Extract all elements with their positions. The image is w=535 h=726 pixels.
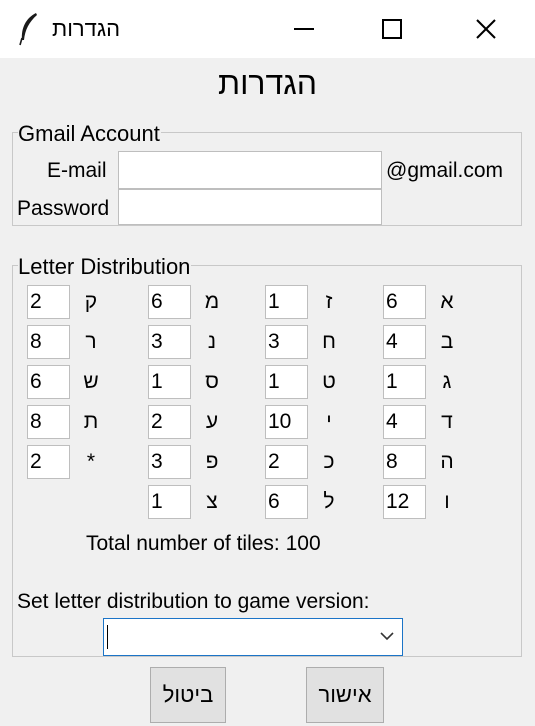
game-version-label: Set letter distribution to game version: xyxy=(17,590,370,613)
cancel-button[interactable]: ביטול xyxy=(150,667,226,723)
letter-label: ו xyxy=(444,490,450,513)
letter-label: י xyxy=(326,410,332,433)
maximize-icon[interactable] xyxy=(374,11,410,47)
email-domain-suffix: @gmail.com xyxy=(386,159,504,182)
email-label: E-mail xyxy=(47,159,107,182)
close-icon[interactable] xyxy=(468,11,504,47)
letter-label: ט xyxy=(322,370,336,393)
letter-count-input[interactable] xyxy=(148,365,191,399)
title-bar: הגדרות xyxy=(0,0,535,58)
letter-label: ד xyxy=(441,410,453,433)
letter-count-input[interactable] xyxy=(148,285,191,319)
email-input[interactable] xyxy=(118,151,382,189)
letter-label: ל xyxy=(323,490,335,513)
letter-label: ת xyxy=(83,410,99,433)
letter-label: ח xyxy=(322,330,336,353)
letter-label: נ xyxy=(207,330,217,353)
password-input[interactable] xyxy=(118,189,382,225)
letter-label: ר xyxy=(85,330,97,353)
letter-count-input[interactable] xyxy=(383,285,426,319)
gmail-account-legend: Gmail Account xyxy=(18,121,161,147)
letter-count-input[interactable] xyxy=(265,405,308,439)
letter-label: מ xyxy=(204,290,220,313)
ok-button[interactable]: אישור xyxy=(306,667,384,723)
letter-label: ז xyxy=(325,290,333,313)
letter-label: פ xyxy=(205,450,219,473)
letter-label: ע xyxy=(205,410,219,433)
letter-count-input[interactable] xyxy=(148,485,191,519)
letter-count-input[interactable] xyxy=(383,405,426,439)
letter-label: ק xyxy=(84,290,98,313)
dialog-title: הגדרות xyxy=(217,65,318,101)
letter-label: ה xyxy=(440,450,454,473)
password-label: Password xyxy=(17,197,110,220)
letter-distribution-legend: Letter Distribution xyxy=(18,254,192,280)
letter-count-input[interactable] xyxy=(265,285,308,319)
letter-count-input[interactable] xyxy=(265,365,308,399)
window-title: הגדרות xyxy=(52,16,121,41)
letter-label: ג xyxy=(442,370,452,393)
letter-count-input[interactable] xyxy=(148,325,191,359)
letter-count-input[interactable] xyxy=(383,445,426,479)
letter-count-input[interactable] xyxy=(383,365,426,399)
letter-count-input[interactable] xyxy=(383,485,426,519)
minimize-icon[interactable] xyxy=(286,11,322,47)
letter-count-input[interactable] xyxy=(27,285,70,319)
letter-count-input[interactable] xyxy=(383,325,426,359)
letter-count-input[interactable] xyxy=(148,405,191,439)
letter-count-input[interactable] xyxy=(265,325,308,359)
chevron-down-icon[interactable] xyxy=(380,631,394,641)
game-version-combobox[interactable] xyxy=(103,618,403,656)
total-tiles-label: Total number of tiles: 100 xyxy=(86,532,321,555)
letter-count-input[interactable] xyxy=(265,445,308,479)
letter-label: כ xyxy=(323,450,335,473)
letter-count-input[interactable] xyxy=(148,445,191,479)
letter-label: ש xyxy=(83,370,99,393)
feather-icon xyxy=(19,13,37,46)
letter-label: * xyxy=(86,450,96,473)
text-cursor xyxy=(107,625,108,649)
letter-count-input[interactable] xyxy=(27,365,70,399)
letter-count-input[interactable] xyxy=(27,405,70,439)
letter-label: צ xyxy=(206,490,218,513)
letter-label: א xyxy=(440,290,454,313)
letter-label: ס xyxy=(205,370,219,393)
letter-count-input[interactable] xyxy=(27,325,70,359)
letter-count-input[interactable] xyxy=(265,485,308,519)
letter-label: ב xyxy=(440,330,454,353)
letter-count-input[interactable] xyxy=(27,445,70,479)
